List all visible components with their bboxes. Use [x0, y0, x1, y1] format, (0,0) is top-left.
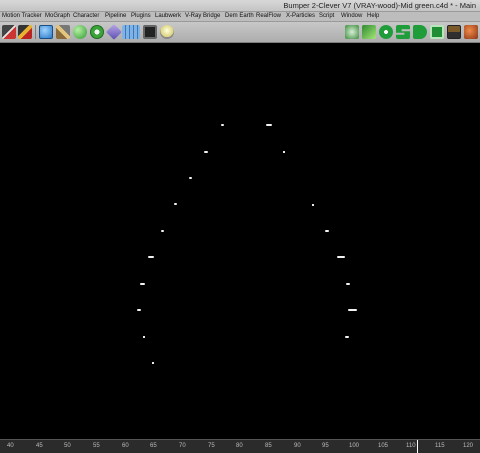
- wireframe-segment: [346, 283, 350, 285]
- floor-icon[interactable]: [122, 25, 140, 39]
- menu-x-particles[interactable]: X-Particles: [286, 12, 315, 21]
- timeline-label: 65: [150, 443, 157, 449]
- wireframe-segment: [161, 230, 164, 232]
- timeline-label: 70: [179, 443, 186, 449]
- deformer-icon[interactable]: [106, 24, 122, 40]
- wireframe-segment: [348, 309, 357, 311]
- plugin-cube-icon[interactable]: [345, 25, 359, 39]
- timeline-playhead[interactable]: [417, 440, 418, 453]
- menu-character[interactable]: Character: [73, 12, 99, 21]
- timeline-label: 60: [122, 443, 129, 449]
- timeline-label: 80: [236, 443, 243, 449]
- timeline-label: 95: [322, 443, 329, 449]
- wireframe-segment: [221, 124, 224, 126]
- timeline-label: 55: [93, 443, 100, 449]
- wireframe-segment: [266, 124, 272, 126]
- d-icon[interactable]: [413, 25, 427, 39]
- wireframe-point: [152, 362, 154, 364]
- timeline-label: 105: [378, 443, 389, 449]
- timeline-label: 75: [208, 443, 215, 449]
- array-icon[interactable]: [90, 25, 104, 39]
- wireframe-point: [143, 336, 145, 338]
- window-title: Bumper 2-Clever V7 (VRAY-wood)-Mid green…: [283, 1, 476, 10]
- wireframe-segment: [137, 309, 141, 311]
- timeline-label: 115: [435, 443, 445, 449]
- tree-icon[interactable]: [464, 25, 478, 39]
- timeline-label: 110: [406, 443, 416, 449]
- wireframe-segment: [345, 336, 349, 338]
- timeline-label: 120: [463, 443, 474, 449]
- timeline-label: 90: [294, 443, 301, 449]
- menu-help[interactable]: Help: [367, 12, 379, 21]
- render-view-icon[interactable]: [2, 25, 16, 39]
- leaf-icon[interactable]: [362, 25, 376, 39]
- menu-laubwerk[interactable]: Laubwerk: [155, 12, 181, 21]
- wireframe-segment: [204, 151, 208, 153]
- menu-window[interactable]: Window: [341, 12, 362, 21]
- wireframe-point: [312, 204, 314, 206]
- timeline-ruler[interactable]: 40 45 50 55 60 65 70 75 80 85 90 95 100 …: [0, 439, 480, 453]
- menu-bar: Motion Tracker MoGraph Character Pipelin…: [0, 12, 480, 22]
- wireframe-segment: [337, 256, 345, 258]
- xp-icon[interactable]: [379, 25, 393, 39]
- light-icon[interactable]: [160, 25, 174, 39]
- timeline-label: 100: [349, 443, 360, 449]
- wireframe-segment: [325, 230, 329, 232]
- menu-dem-earth[interactable]: Dem Earth: [225, 12, 254, 21]
- pen-icon[interactable]: [56, 25, 70, 39]
- menu-motion-tracker[interactable]: Motion Tracker: [2, 12, 42, 21]
- timeline-label: 50: [64, 443, 71, 449]
- wireframe-segment: [148, 256, 154, 258]
- s-icon[interactable]: [396, 25, 410, 39]
- menu-plugins[interactable]: Plugins: [131, 12, 151, 21]
- menu-script[interactable]: Script: [319, 12, 334, 21]
- camera-icon[interactable]: [143, 25, 157, 39]
- menu-mograph[interactable]: MoGraph: [45, 12, 70, 21]
- menu-pipeline[interactable]: Pipeline: [105, 12, 126, 21]
- timeline-label: 40: [7, 443, 14, 449]
- sphere-icon[interactable]: [73, 25, 87, 39]
- title-bar: Bumper 2-Clever V7 (VRAY-wood)-Mid green…: [0, 0, 480, 12]
- wireframe-point: [283, 151, 285, 153]
- sim-icon[interactable]: [430, 25, 444, 39]
- menu-realflow[interactable]: RealFlow: [256, 12, 281, 21]
- wireframe-segment: [189, 177, 192, 179]
- timeline-label: 45: [36, 443, 43, 449]
- cube-icon[interactable]: [39, 25, 53, 39]
- viewport[interactable]: [0, 43, 480, 439]
- render-settings-icon[interactable]: [18, 25, 32, 39]
- toolbar-separator: [35, 25, 36, 39]
- timeline-label: 85: [265, 443, 272, 449]
- wireframe-segment: [174, 203, 177, 205]
- picture-icon[interactable]: [447, 25, 461, 39]
- main-toolbar: [0, 22, 480, 43]
- menu-vray-bridge[interactable]: V-Ray Bridge: [185, 12, 220, 21]
- wireframe-segment: [140, 283, 145, 285]
